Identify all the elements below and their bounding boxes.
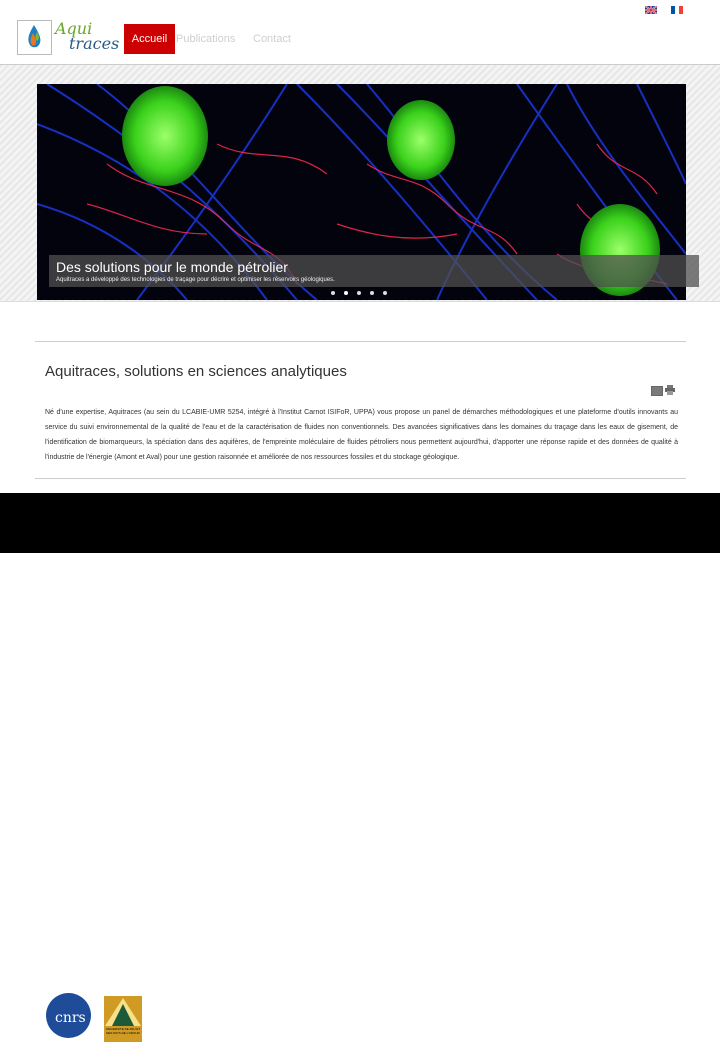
slider-dot-3[interactable] — [357, 291, 361, 295]
slider-dot-5[interactable] — [383, 291, 387, 295]
slider-dot-1[interactable] — [331, 291, 335, 295]
article-title: Aquitraces, solutions en sciences analyt… — [45, 363, 347, 380]
fr-flag-icon[interactable] — [671, 6, 683, 14]
aquitraces-logo[interactable] — [17, 20, 52, 55]
slide-title: Des solutions pour le monde pétrolier — [56, 259, 288, 275]
main-nav: Accueil Publications Contact — [124, 24, 300, 54]
slide-subtitle: Aquitraces a développé des technologies … — [56, 277, 335, 283]
uppa-logo[interactable] — [104, 996, 142, 1042]
email-icon[interactable] — [651, 386, 663, 396]
uk-flag-icon[interactable] — [645, 6, 657, 14]
uppa-logo-text: UNIVERSITE DE PAU ET DES PAYS DE L'ADOUR — [105, 1027, 141, 1035]
slider-dot-4[interactable] — [370, 291, 374, 295]
language-switcher — [645, 6, 683, 14]
slider-dot-2[interactable] — [344, 291, 348, 295]
slider-pagination — [331, 291, 387, 295]
logo-wordmark[interactable]: Aqui traces — [55, 21, 120, 53]
nav-publications[interactable]: Publications — [176, 24, 244, 54]
site-footer: cnrs UNIVERSITE DE PAU ET DES PAYS DE L'… — [0, 493, 720, 1042]
drop-logo-icon — [28, 25, 41, 48]
print-icon[interactable] — [665, 385, 675, 395]
logo-text-traces: traces — [69, 34, 120, 53]
uppa-building-icon — [105, 998, 141, 1026]
nav-contact[interactable]: Contact — [244, 24, 300, 54]
cnrs-logo-text: cnrs — [55, 1010, 86, 1026]
site-header: Aqui traces Accueil Publications Contact — [0, 0, 720, 65]
nav-accueil[interactable]: Accueil — [124, 24, 175, 54]
article-body: Né d'une expertise, Aquitraces (au sein … — [45, 409, 678, 461]
